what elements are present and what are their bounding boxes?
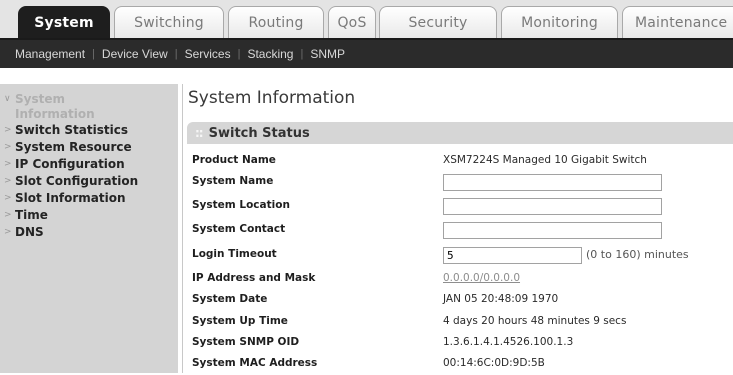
- system-location-input[interactable]: [443, 198, 662, 215]
- sidebar-item-label: Time: [15, 208, 48, 222]
- tab-system[interactable]: System: [18, 6, 110, 38]
- sidebar-item-dns[interactable]: > DNS: [0, 224, 178, 241]
- section-header: :: Switch Status: [187, 122, 733, 144]
- product-name-value: XSM7224S Managed 10 Gigabit Switch: [443, 154, 647, 166]
- field-row-mac-address: System MAC Address 00:14:6C:0D:9D:5B: [192, 353, 733, 375]
- field-label: Product Name: [192, 154, 276, 166]
- system-name-input[interactable]: [443, 174, 662, 191]
- sidebar-item-label: System Resource: [15, 140, 132, 154]
- login-timeout-hint: (0 to 160) minutes: [586, 248, 689, 261]
- sidebar-item-label: IP Configuration: [15, 157, 125, 171]
- sidebar-item-label: Slot Information: [15, 191, 126, 205]
- field-row-snmp-oid: System SNMP OID 1.3.6.1.4.1.4526.100.1.3: [192, 332, 733, 354]
- chevron-right-icon: >: [4, 193, 12, 203]
- section-grip-icon: ::: [195, 126, 204, 140]
- tab-security[interactable]: Security: [379, 6, 497, 38]
- snmp-oid-value: 1.3.6.1.4.1.4526.100.1.3: [443, 336, 574, 348]
- tab-monitoring[interactable]: Monitoring: [501, 6, 618, 38]
- sidebar-item-system-information[interactable]: ∨ System Information: [0, 92, 178, 122]
- sidebar-item-system-resource[interactable]: > System Resource: [0, 139, 178, 156]
- sidebar-divider: [182, 84, 183, 373]
- field-label: System Contact: [192, 223, 286, 235]
- chevron-right-icon: >: [4, 125, 12, 135]
- field-row-system-location: System Location: [192, 195, 733, 217]
- subnav-device-view[interactable]: Device View: [95, 47, 175, 61]
- field-row-system-name: System Name: [192, 171, 733, 193]
- field-label: System Up Time: [192, 315, 288, 327]
- sidebar-item-label: Switch Statistics: [15, 123, 128, 137]
- chevron-right-icon: >: [4, 210, 12, 220]
- sidebar-item-label: Slot Configuration: [15, 174, 139, 188]
- chevron-right-icon: >: [4, 227, 12, 237]
- field-row-product-name: Product Name XSM7224S Managed 10 Gigabit…: [192, 150, 733, 172]
- field-row-system-date: System Date JAN 05 20:48:09 1970: [192, 289, 733, 311]
- page-title: System Information: [188, 88, 356, 108]
- sidebar-item-ip-configuration[interactable]: > IP Configuration: [0, 156, 178, 173]
- sidebar-item-label: System Information: [15, 92, 95, 121]
- sidebar: ∨ System Information > Switch Statistics…: [0, 84, 178, 373]
- subnav-services[interactable]: Services: [178, 47, 238, 61]
- chevron-right-icon: >: [4, 142, 12, 152]
- subnav-stacking[interactable]: Stacking: [240, 47, 300, 61]
- sidebar-item-slot-information[interactable]: > Slot Information: [0, 190, 178, 207]
- field-row-ip-address: IP Address and Mask 0.0.0.0/0.0.0.0: [192, 268, 733, 290]
- tab-maintenance[interactable]: Maintenance: [622, 6, 733, 38]
- login-timeout-input[interactable]: [443, 247, 582, 264]
- chevron-down-icon: ∨: [4, 94, 11, 104]
- sidebar-item-switch-statistics[interactable]: > Switch Statistics: [0, 122, 178, 139]
- subnav-snmp[interactable]: SNMP: [303, 47, 352, 61]
- field-row-login-timeout: Login Timeout (0 to 160) minutes: [192, 244, 733, 266]
- field-row-uptime: System Up Time 4 days 20 hours 48 minute…: [192, 311, 733, 333]
- field-label: Login Timeout: [192, 248, 277, 260]
- sidebar-item-label: DNS: [15, 225, 44, 239]
- field-label: System Name: [192, 175, 274, 187]
- mac-address-value: 00:14:6C:0D:9D:5B: [443, 357, 545, 369]
- system-date-value: JAN 05 20:48:09 1970: [443, 293, 559, 305]
- section-title: Switch Status: [208, 125, 310, 141]
- field-label: System Location: [192, 199, 290, 211]
- tab-qos[interactable]: QoS: [328, 6, 376, 38]
- field-label: System SNMP OID: [192, 336, 300, 348]
- field-label: IP Address and Mask: [192, 272, 316, 284]
- system-contact-input[interactable]: [443, 222, 662, 239]
- field-label: System MAC Address: [192, 357, 318, 369]
- field-row-system-contact: System Contact: [192, 219, 733, 241]
- chevron-right-icon: >: [4, 176, 12, 186]
- sidebar-item-time[interactable]: > Time: [0, 207, 178, 224]
- tab-switching[interactable]: Switching: [114, 6, 224, 38]
- field-label: System Date: [192, 293, 268, 305]
- sub-nav-bar: Management | Device View | Services | St…: [0, 38, 733, 68]
- uptime-value: 4 days 20 hours 48 minutes 9 secs: [443, 315, 627, 327]
- chevron-right-icon: >: [4, 159, 12, 169]
- subnav-management[interactable]: Management: [8, 47, 92, 61]
- main-tab-bar: System Switching Routing QoS Security Mo…: [0, 0, 733, 38]
- tab-routing[interactable]: Routing: [228, 6, 324, 38]
- sidebar-item-slot-configuration[interactable]: > Slot Configuration: [0, 173, 178, 190]
- ip-address-link[interactable]: 0.0.0.0/0.0.0.0: [443, 268, 520, 288]
